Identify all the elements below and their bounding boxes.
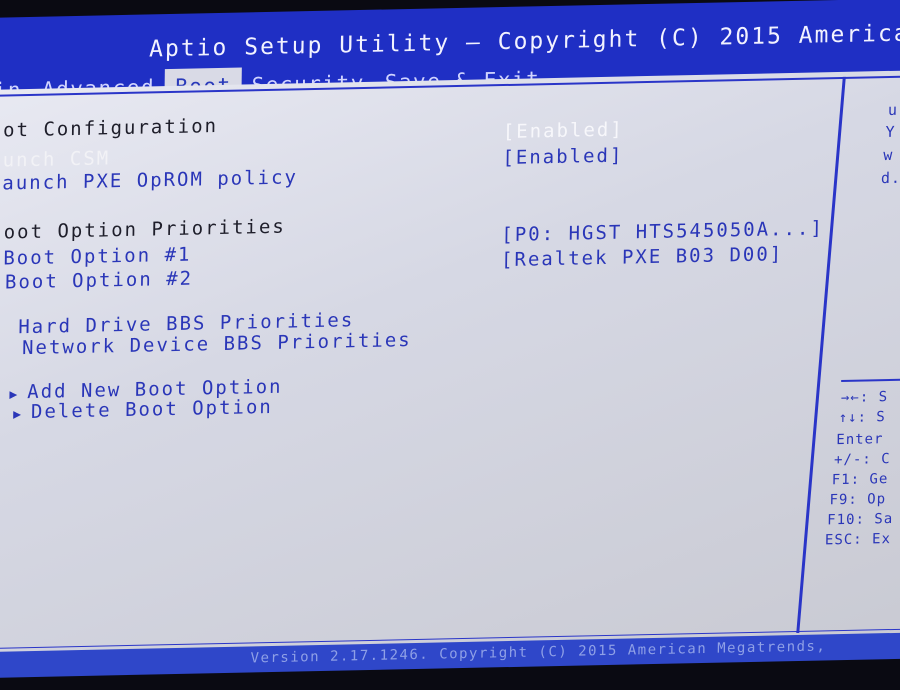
key-help-select-item: ↑↓: S xyxy=(838,409,886,427)
help-divider xyxy=(841,377,900,383)
key-help-change: +/-: C xyxy=(833,451,891,469)
key-help-esc: ESC: Ex xyxy=(824,531,892,549)
key-help-f9: F9: Op xyxy=(829,491,887,509)
boot-option-2-value[interactable]: [Realtek PXE B03 D00] xyxy=(501,243,783,271)
submenu-arrow-icon: ▶ xyxy=(9,387,20,403)
launch-csm-value[interactable]: [Enabled] xyxy=(503,119,624,144)
boot-option-2-label[interactable]: Boot Option #2 xyxy=(5,268,193,294)
help-line: d. xyxy=(880,168,900,188)
key-help-f10: F10: Sa xyxy=(827,510,894,529)
help-line: u xyxy=(887,100,899,119)
help-line: w xyxy=(883,145,894,165)
main-panel: ot Configuration unch CSM [Enabled] aunc… xyxy=(0,69,900,661)
section-boot-configuration: ot Configuration xyxy=(2,115,219,142)
key-help-f1: F1: Ge xyxy=(831,471,889,489)
launch-csm-label[interactable]: unch CSM xyxy=(3,147,111,171)
key-help-select-screen: →←: S xyxy=(840,389,889,407)
help-line: Y xyxy=(885,122,896,142)
boot-option-1-value[interactable]: [P0: HGST HTS545050A...] xyxy=(501,217,824,246)
delete-boot-option[interactable]: ▶ Delete Boot Option xyxy=(13,396,273,423)
app-title: Aptio Setup Utility – Copyright (C) 2015… xyxy=(148,20,900,63)
boot-option-1-label[interactable]: Boot Option #1 xyxy=(3,244,191,270)
launch-pxe-value[interactable]: [Enabled] xyxy=(502,145,623,170)
section-boot-option-priorities: oot Option Priorities xyxy=(3,215,286,244)
submenu-arrow-icon: ▶ xyxy=(13,407,24,423)
delete-boot-option-label: Delete Boot Option xyxy=(30,395,273,424)
settings-pane: ot Configuration unch CSM [Enabled] aunc… xyxy=(0,73,824,651)
key-help-enter: Enter xyxy=(836,431,884,449)
bios-screen: Aptio Setup Utility – Copyright (C) 2015… xyxy=(0,0,900,690)
